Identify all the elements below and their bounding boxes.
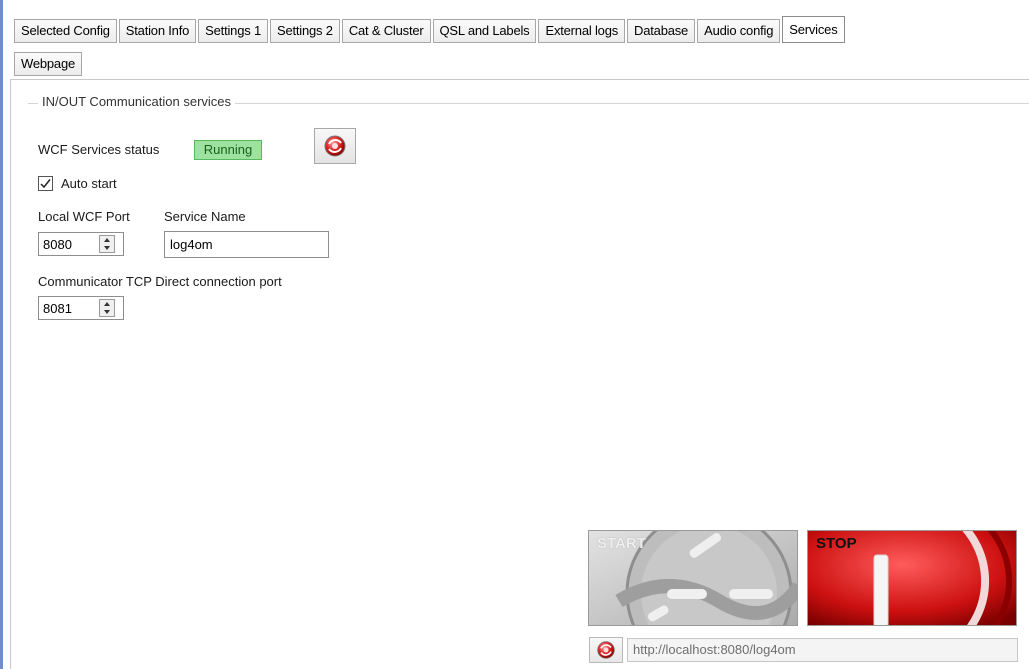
up-down-arrows-icon	[104, 238, 110, 250]
wcf-status-label: WCF Services status	[38, 142, 160, 157]
service-name-input[interactable]	[165, 232, 328, 257]
status-badge: Running	[194, 140, 262, 160]
tab-services[interactable]: Services	[782, 16, 845, 43]
open-url-button[interactable]	[589, 637, 623, 663]
group-title: IN/OUT Communication services	[38, 94, 236, 109]
local-wcf-port-stepper[interactable]	[38, 232, 124, 256]
auto-start-checkbox[interactable]	[38, 176, 53, 191]
tab-qsl-labels[interactable]: QSL and Labels	[432, 19, 537, 43]
tab-webpage[interactable]: Webpage	[14, 52, 83, 76]
service-name-label: Service Name	[164, 209, 246, 224]
service-name-field[interactable]	[164, 231, 329, 258]
tcp-port-input[interactable]	[39, 297, 99, 319]
tab-audio-config[interactable]: Audio config	[697, 19, 781, 43]
tab-settings-2[interactable]: Settings 2	[269, 19, 340, 43]
refresh-record-icon	[324, 135, 346, 157]
stop-button[interactable]: STOP	[807, 530, 1017, 626]
window-left-edge	[0, 0, 3, 669]
stop-button-label: STOP	[816, 535, 857, 552]
tcp-port-stepper[interactable]	[38, 296, 124, 320]
restart-services-button[interactable]	[314, 128, 356, 164]
tab-row-1: Selected Config Station Info Settings 1 …	[14, 16, 847, 43]
tab-row-2: Webpage	[14, 52, 84, 76]
service-url-field[interactable]: http://localhost:8080/log4om	[627, 638, 1018, 662]
local-wcf-port-input[interactable]	[39, 233, 99, 255]
tab-settings-1[interactable]: Settings 1	[198, 19, 268, 43]
start-button-label: START	[597, 535, 646, 552]
tab-external-logs[interactable]: External logs	[538, 19, 626, 43]
check-icon	[40, 179, 51, 189]
tcp-port-label: Communicator TCP Direct connection port	[38, 274, 282, 289]
tab-database[interactable]: Database	[627, 19, 696, 43]
stepper-arrows[interactable]	[99, 235, 115, 253]
tab-station-info[interactable]: Station Info	[118, 19, 197, 43]
tab-selected-config[interactable]: Selected Config	[14, 19, 117, 43]
stepper-arrows[interactable]	[99, 299, 115, 317]
auto-start-label: Auto start	[61, 176, 117, 191]
up-down-arrows-icon	[104, 302, 110, 314]
refresh-record-icon	[597, 641, 615, 659]
tab-cat-cluster[interactable]: Cat & Cluster	[341, 19, 431, 43]
start-button[interactable]: START	[588, 530, 798, 626]
local-wcf-port-label: Local WCF Port	[38, 209, 130, 224]
